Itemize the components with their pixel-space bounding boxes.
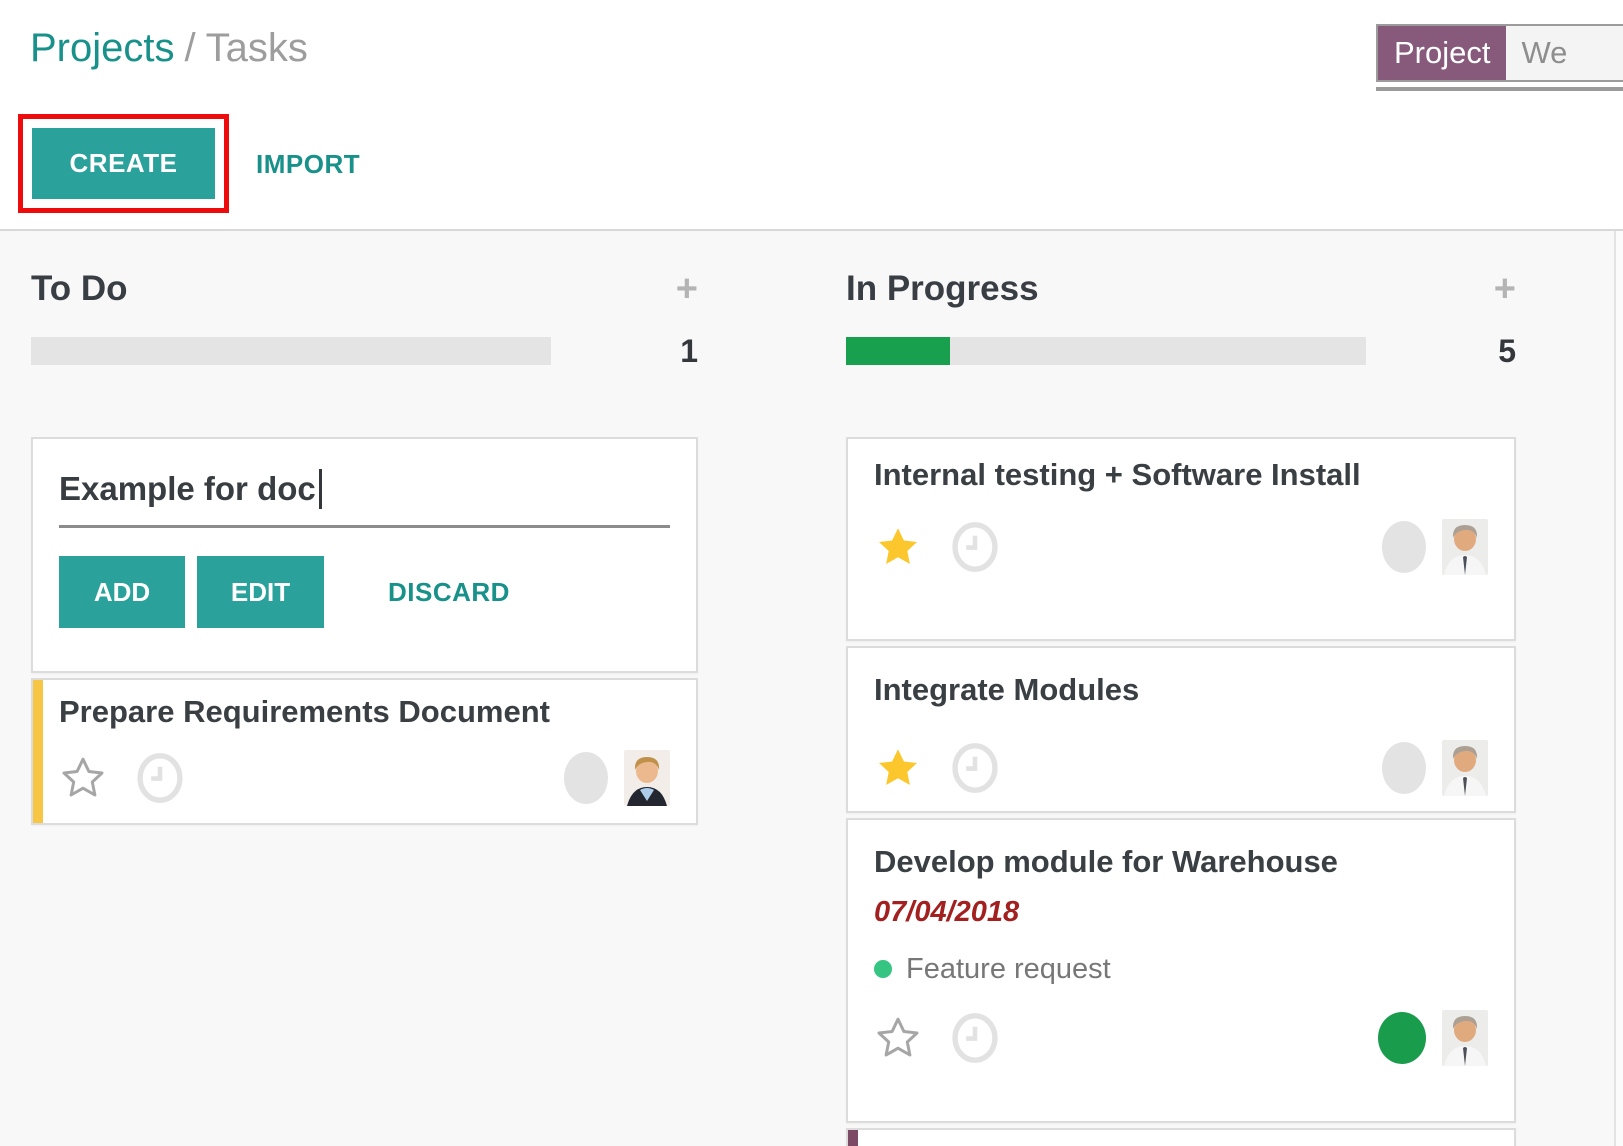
view-switcher-underline	[1376, 87, 1623, 91]
star-icon-outline[interactable]	[874, 1014, 922, 1062]
progress-fill-green	[846, 337, 950, 365]
task-card-partially-visible[interactable]	[846, 1128, 1516, 1146]
quick-create-title-input[interactable]: Example for doc	[59, 467, 670, 528]
kanban-state-dot-gray[interactable]	[1382, 742, 1426, 794]
task-title: Prepare Requirements Document	[59, 690, 559, 734]
task-card-prepare-requirements-document[interactable]: Prepare Requirements Document	[31, 678, 698, 825]
discard-button[interactable]: DISCARD	[388, 577, 510, 608]
kanban-column-todo: To Do + 1 Example for doc ADD	[31, 231, 698, 830]
task-title: Integrate Modules	[874, 668, 1374, 712]
card-footer	[874, 740, 1488, 796]
clock-icon[interactable]	[952, 1012, 998, 1064]
task-card-internal-testing-software-install[interactable]: Internal testing + Software Install	[846, 437, 1516, 641]
add-button[interactable]: ADD	[59, 556, 185, 628]
clock-icon[interactable]	[952, 742, 998, 794]
column-progress-bar-todo[interactable]	[31, 337, 551, 365]
column-count-todo: 1	[680, 333, 698, 370]
tag-label: Feature request	[906, 954, 1111, 984]
task-title: Internal testing + Software Install	[874, 453, 1374, 497]
card-footer	[874, 1010, 1488, 1066]
quick-create-buttons: ADD EDIT DISCARD	[59, 556, 670, 628]
card-color-strip-purple	[848, 1130, 858, 1146]
quick-create-card: Example for doc ADD EDIT DISCARD	[31, 437, 698, 673]
task-deadline: 07/04/2018	[874, 892, 1488, 932]
add-card-todo-button plus-icon[interactable]: +	[676, 270, 698, 308]
column-progress-row-todo: 1	[31, 337, 698, 365]
kanban-state-dot-gray[interactable]	[1382, 521, 1426, 573]
add-card-in-progress-button plus-icon[interactable]: +	[1494, 270, 1516, 308]
task-tag: Feature request	[874, 954, 1488, 984]
column-header-todo: To Do +	[31, 269, 698, 309]
import-button[interactable]: IMPORT	[256, 139, 360, 189]
column-header-in-progress: In Progress +	[846, 269, 1516, 309]
kanban-column-in-progress: In Progress + 5 Internal testing + Softw…	[846, 231, 1516, 1146]
breadcrumb-projects-link[interactable]: Projects	[30, 26, 175, 70]
column-progress-row-in-progress: 5	[846, 337, 1516, 365]
card-list-todo: Example for doc ADD EDIT DISCARD Prepare…	[31, 437, 698, 825]
kanban-board: To Do + 1 Example for doc ADD	[0, 231, 1623, 1146]
breadcrumb-separator: /	[185, 26, 196, 70]
star-icon-filled[interactable]	[874, 523, 922, 571]
card-list-in-progress: Internal testing + Software Install	[846, 437, 1516, 1146]
assignee-avatar[interactable]	[1442, 1010, 1488, 1066]
annotation-highlight-box: CREATE	[18, 114, 229, 213]
task-card-develop-module-for-warehouse[interactable]: Develop module for Warehouse 07/04/2018 …	[846, 818, 1516, 1123]
edit-button[interactable]: EDIT	[197, 556, 324, 628]
task-card-integrate-modules[interactable]: Integrate Modules	[846, 646, 1516, 813]
column-title-in-progress: In Progress	[846, 269, 1039, 309]
kanban-state-dot-gray[interactable]	[564, 752, 608, 804]
kanban-state-dot-green[interactable]	[1378, 1012, 1426, 1064]
card-color-strip-yellow	[33, 680, 43, 823]
board-right-edge	[1614, 231, 1623, 1146]
column-count-in-progress: 5	[1498, 333, 1516, 370]
card-footer	[59, 750, 670, 806]
view-switcher: Project We	[1376, 24, 1623, 82]
quick-create-input-value: Example for doc	[59, 467, 316, 511]
odoo-kanban-page: Projects/Tasks Project We CREATE IMPORT …	[0, 0, 1623, 1146]
breadcrumb-current-page: Tasks	[206, 26, 308, 70]
assignee-avatar[interactable]	[624, 750, 670, 806]
clock-icon[interactable]	[137, 752, 183, 804]
star-icon-outline[interactable]	[59, 754, 107, 802]
create-button[interactable]: CREATE	[32, 128, 215, 199]
assignee-avatar[interactable]	[1442, 519, 1488, 575]
tag-dot-icon	[874, 960, 892, 978]
clock-icon[interactable]	[952, 521, 998, 573]
text-cursor	[319, 469, 322, 509]
card-footer	[874, 519, 1488, 575]
star-icon-filled[interactable]	[874, 744, 922, 792]
view-switcher-project-tab[interactable]: Project	[1378, 26, 1506, 80]
breadcrumb: Projects/Tasks	[30, 26, 308, 71]
column-progress-bar-in-progress[interactable]	[846, 337, 1366, 365]
view-switcher-website-tab-truncated[interactable]: We	[1506, 26, 1623, 80]
column-title-todo: To Do	[31, 269, 128, 309]
assignee-avatar[interactable]	[1442, 740, 1488, 796]
task-title: Develop module for Warehouse	[874, 840, 1488, 884]
